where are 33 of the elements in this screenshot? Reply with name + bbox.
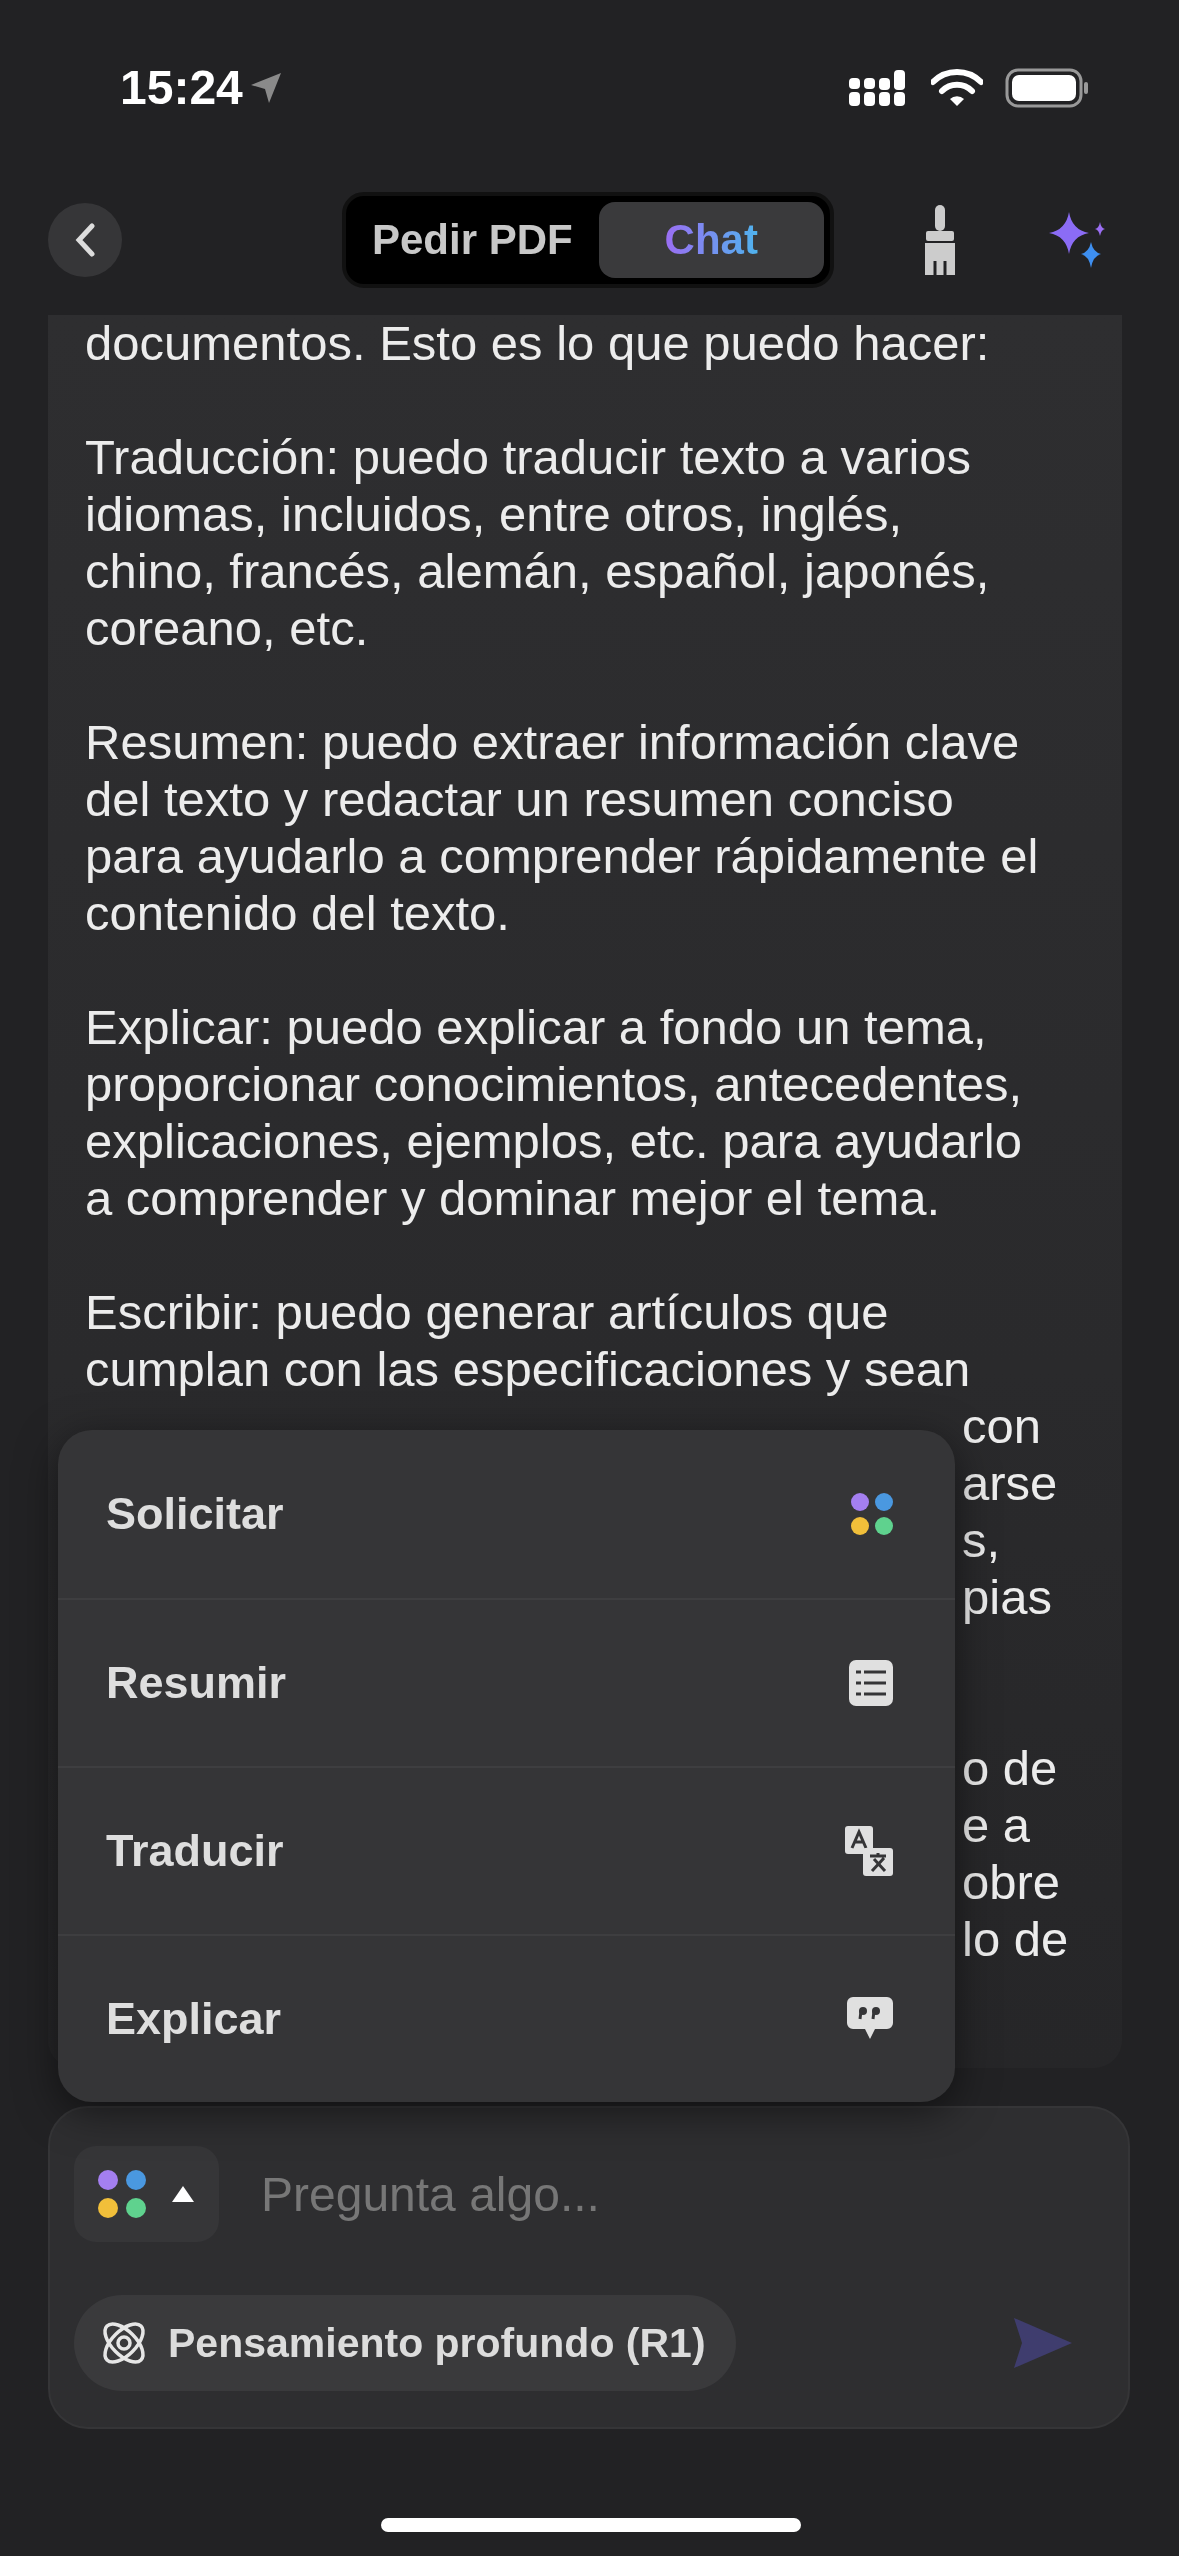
wifi-icon (931, 68, 983, 107)
tools-button[interactable] (74, 2146, 219, 2242)
message-text-fragment: lo de (962, 1912, 1069, 1966)
menu-item[interactable]: Resumir (58, 1598, 955, 1766)
app-dots-icon (98, 2170, 147, 2218)
menu-item[interactable]: Traducir (58, 1766, 955, 1934)
app-dots-icon (851, 1493, 893, 1535)
list-icon (849, 1660, 893, 1706)
message-text-fragment: s, (962, 1513, 1001, 1567)
message-paragraph: Explicar: puedo explicar a fondo un tema, proporcionar conocimientos, antecedentes, explicaciones, ejemplos, etc. para ayudarlo a comprender y dominar mejor el tema. (85, 999, 1023, 1227)
question-input[interactable]: Pregunta algo... (259, 2165, 1104, 2223)
message-text-fragment: pias (962, 1570, 1052, 1624)
status-time: 15:24 (120, 60, 283, 115)
message-text-fragment: obre (962, 1855, 1061, 1909)
caret-up-icon (170, 2185, 195, 2203)
deep-thinking-chip[interactable]: Pensamiento profundo (R1) (74, 2295, 736, 2391)
back-chevron-icon (74, 223, 96, 257)
message-text-fragment: arse (962, 1456, 1058, 1510)
menu-item[interactable]: Solicitar (58, 1430, 955, 1598)
message-paragraph: Resumen: puedo extraer información clave del texto y redactar un resumen conciso para ayudarlo a comprender rápidamente el contenido del texto. (85, 714, 1040, 942)
mode-tab[interactable]: Pedir PDF (352, 202, 593, 278)
message-text-fragment: e a (962, 1798, 1031, 1852)
translate-icon (845, 1826, 893, 1876)
mode-tab[interactable]: Chat (598, 202, 824, 278)
message-text-fragment: con (962, 1399, 1041, 1453)
quote-bubble-icon (847, 1997, 893, 2041)
message-text-fragment: o de (962, 1741, 1058, 1795)
menu-item[interactable]: Explicar (58, 1934, 955, 2102)
brush-icon[interactable] (923, 205, 957, 275)
message-paragraph: Traducción: puedo traducir texto a varios idiomas, incluidos, entre otros, inglés, chino, francés, alemán, español, japonés, coreano, etc. (85, 429, 991, 657)
battery-icon (1005, 67, 1089, 108)
send-icon (1012, 2316, 1074, 2370)
message-paragraph: documentos. Esto es lo que puedo hacer: (85, 315, 991, 372)
